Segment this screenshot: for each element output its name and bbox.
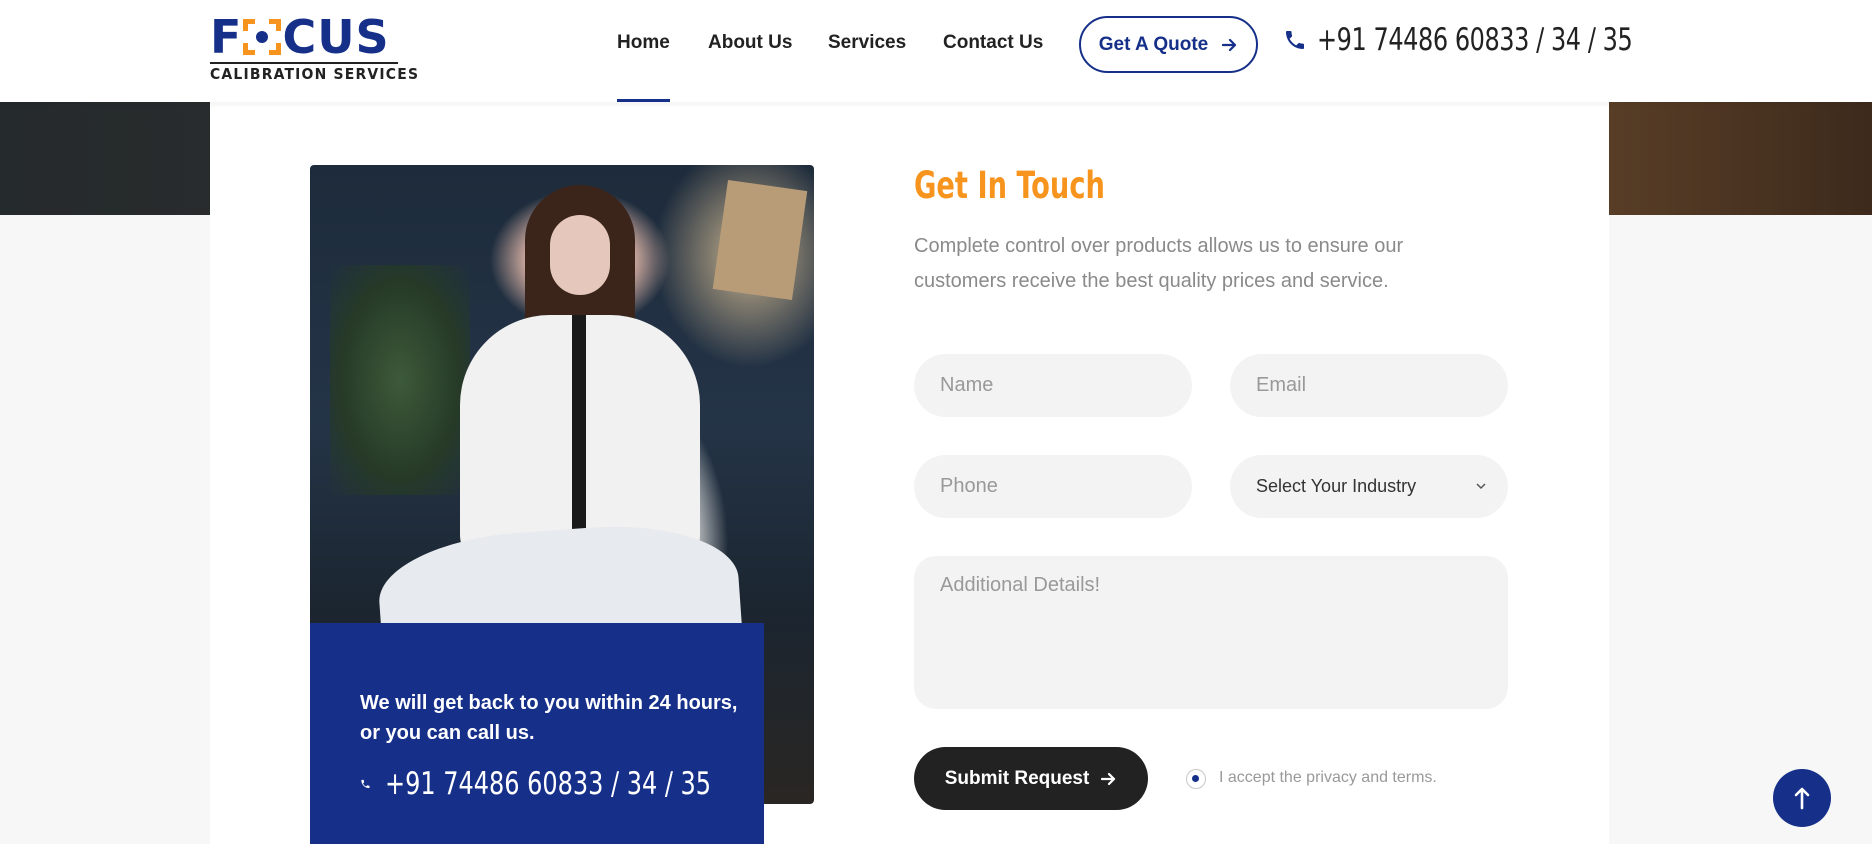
nav-active-indicator <box>617 99 670 102</box>
callback-info-box: We will get back to you within 24 hours,… <box>310 623 764 844</box>
name-placeholder: Name <box>940 374 994 396</box>
callback-phone-number: +91 74486 60833 / 34 / 35 <box>384 766 711 802</box>
callback-phone[interactable]: +91 74486 60833 / 34 / 35 <box>360 766 764 802</box>
nav-item-services[interactable]: Services <box>828 32 906 54</box>
get-a-quote-button[interactable]: Get A Quote <box>1079 16 1258 73</box>
accept-terms-radio[interactable] <box>1186 769 1206 789</box>
submit-label: Submit Request <box>944 767 1090 789</box>
nav-item-contact-us[interactable]: Contact Us <box>943 32 1043 54</box>
logo-focus-target-icon <box>243 19 282 55</box>
scroll-to-top-button[interactable] <box>1773 769 1831 827</box>
site-header: F CUS CALIBRATION SERVICES Home About Us … <box>0 0 1872 102</box>
chevron-down-icon <box>1476 483 1486 490</box>
nav-item-about-us[interactable]: About Us <box>708 32 792 54</box>
phone-icon <box>361 779 370 789</box>
submit-request-button[interactable]: Submit Request <box>914 747 1148 810</box>
industry-select[interactable]: Select Your Industry <box>1230 455 1508 518</box>
arrow-right-icon <box>1222 38 1237 51</box>
name-input[interactable]: Name <box>914 354 1192 417</box>
logo-wordmark: F CUS <box>210 10 390 64</box>
phone-icon <box>1286 31 1304 49</box>
arrow-up-icon <box>1794 787 1810 810</box>
logo-subtitle: CALIBRATION SERVICES <box>210 62 418 83</box>
arrow-right-icon <box>1101 772 1116 785</box>
nav-item-home[interactable]: Home <box>617 32 670 54</box>
accept-terms-label[interactable]: I accept the privacy and terms. <box>1219 769 1437 787</box>
focus-logo[interactable]: F CUS CALIBRATION SERVICES <box>210 10 418 83</box>
additional-details-textarea[interactable]: Additional Details! <box>914 556 1508 709</box>
header-phone-number: +91 74486 60833 / 34 / 35 <box>1317 22 1633 58</box>
header-phone[interactable]: +91 74486 60833 / 34 / 35 <box>1283 22 1684 58</box>
form-description: Complete control over products allows us… <box>914 235 1404 292</box>
email-input[interactable]: Email <box>1230 354 1508 417</box>
get-a-quote-label: Get A Quote <box>1098 33 1209 55</box>
callback-message: We will get back to you within 24 hours,… <box>360 692 738 744</box>
form-title: Get In Touch <box>914 164 1105 207</box>
phone-input[interactable]: Phone <box>914 455 1192 518</box>
industry-selected-value: Select Your Industry <box>1256 476 1417 496</box>
email-placeholder: Email <box>1256 374 1307 396</box>
phone-placeholder: Phone <box>940 475 998 497</box>
details-placeholder: Additional Details! <box>940 574 1101 596</box>
